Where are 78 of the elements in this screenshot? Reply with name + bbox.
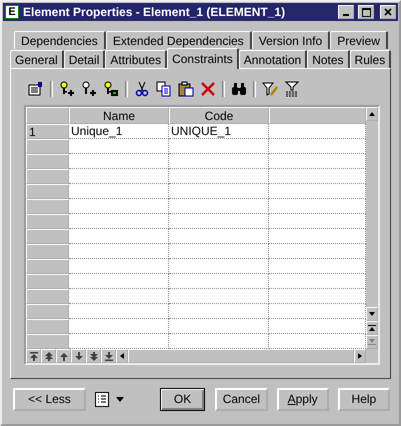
tab[interactable]: Constraints xyxy=(167,48,239,69)
first-row-button[interactable] xyxy=(26,349,41,363)
minimize-button[interactable] xyxy=(338,5,354,19)
delete-icon xyxy=(200,81,216,97)
cut-icon xyxy=(134,81,150,97)
tab[interactable]: Annotation xyxy=(238,50,308,68)
top-arrow-icon xyxy=(368,324,376,332)
down-arrow-button[interactable] xyxy=(71,349,86,363)
down-arrow-icon xyxy=(74,350,84,362)
page-up-icon xyxy=(44,350,54,362)
right-arrow-icon xyxy=(356,352,364,360)
corner-header xyxy=(26,107,69,124)
scroll-bottom-button[interactable] xyxy=(366,335,378,349)
tab[interactable]: Notes xyxy=(307,50,350,68)
row-number: 1 xyxy=(26,124,69,139)
scroll-top-button[interactable] xyxy=(366,321,378,335)
filter-icon xyxy=(284,81,300,97)
scroll-down-button[interactable] xyxy=(366,307,378,321)
up-arrow-button[interactable] xyxy=(56,349,71,363)
close-icon xyxy=(384,8,392,16)
filter-button[interactable] xyxy=(284,81,300,97)
dialog-button[interactable]: OK xyxy=(160,388,206,410)
first-row-icon xyxy=(28,350,38,362)
paste-icon xyxy=(178,81,194,97)
tab[interactable]: Attributes xyxy=(105,50,168,68)
key-add-icon xyxy=(81,81,97,97)
up-arrow-icon xyxy=(368,110,376,118)
scroll-left-button[interactable] xyxy=(116,349,128,363)
copy-icon xyxy=(156,81,172,97)
key-add-button[interactable] xyxy=(59,81,75,97)
page-down-icon xyxy=(88,350,98,362)
filter-edit-button[interactable] xyxy=(262,81,278,97)
up-arrow-icon xyxy=(58,350,68,362)
caret-icon xyxy=(116,396,124,402)
page-up-button[interactable] xyxy=(41,349,56,363)
tab[interactable]: Preview xyxy=(330,31,388,49)
scroll-up-button[interactable] xyxy=(366,107,378,121)
maximize-button[interactable] xyxy=(358,5,374,19)
dialog-button[interactable]: Apply xyxy=(276,388,329,410)
tab[interactable]: Rules xyxy=(350,50,392,68)
tab[interactable]: Extended Dependencies xyxy=(106,31,252,49)
last-row-icon xyxy=(104,350,114,362)
list-menu-button[interactable] xyxy=(94,390,124,408)
down-arrow-icon xyxy=(368,310,376,318)
tab[interactable]: Detail xyxy=(64,50,106,68)
column-header[interactable]: Code xyxy=(169,107,269,124)
properties-icon xyxy=(28,81,44,97)
paste-button[interactable] xyxy=(178,81,194,97)
binoculars-button[interactable] xyxy=(231,81,247,97)
maximize-icon xyxy=(362,8,370,16)
key-add-icon xyxy=(103,81,119,97)
tab[interactable]: Version Info xyxy=(252,31,330,49)
tab[interactable]: Dependencies xyxy=(14,31,106,49)
binoculars-icon xyxy=(231,81,247,97)
scroll-right-button[interactable] xyxy=(354,349,366,363)
key-add-icon xyxy=(59,81,75,97)
copy-button[interactable] xyxy=(156,81,172,97)
window-title: Element Properties - Element_1 (ELEMENT_1) xyxy=(23,5,286,19)
table-cell: UNIQUE_1 xyxy=(169,124,269,139)
left-arrow-icon xyxy=(118,352,126,360)
table-cell: Unique_1 xyxy=(69,124,169,139)
key-add-button[interactable] xyxy=(81,81,97,97)
tab[interactable]: General xyxy=(10,50,64,68)
dialog-button[interactable]: Help xyxy=(338,388,390,410)
key-add-button[interactable] xyxy=(103,81,119,97)
page-down-button[interactable] xyxy=(86,349,101,363)
dialog-button[interactable]: Cancel xyxy=(215,388,268,410)
app-icon: E xyxy=(5,5,19,19)
filter-edit-icon xyxy=(262,81,278,97)
close-button[interactable] xyxy=(380,5,396,19)
last-row-button[interactable] xyxy=(101,349,116,363)
column-header[interactable]: Name xyxy=(69,107,169,124)
dialog-button[interactable]: << Less xyxy=(13,388,86,410)
cut-button[interactable] xyxy=(134,81,150,97)
list-icon xyxy=(94,390,110,408)
delete-button[interactable] xyxy=(200,81,216,97)
bottom-arrow-icon xyxy=(368,338,376,346)
properties-button[interactable] xyxy=(28,81,44,97)
